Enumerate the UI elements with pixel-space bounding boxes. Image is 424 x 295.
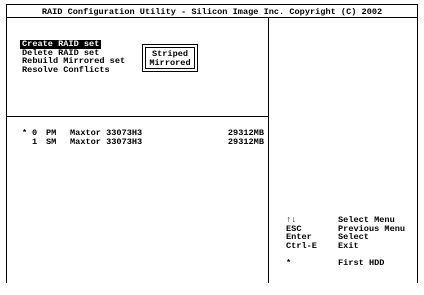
- main-menu: Create RAID set Delete RAID set Rebuild …: [20, 40, 125, 75]
- disk-row[interactable]: 1 SM Maxtor 33073H3 29312MB: [22, 138, 264, 147]
- disk-list: * 0 PM Maxtor 33073H3 29312MB 1 SM Maxto…: [22, 129, 264, 147]
- raid-type-option-mirrored[interactable]: Mirrored: [146, 59, 194, 68]
- menu-divider: [6, 116, 268, 117]
- key-help-panel: ↑↓ Select Menu ESC Previous Menu Enter S…: [286, 216, 416, 268]
- help-row-exit: Ctrl-E Exit: [286, 242, 416, 251]
- menu-item-resolve-conflicts[interactable]: Resolve Conflicts: [22, 65, 125, 75]
- raid-type-popup-inner: Striped Mirrored: [145, 47, 195, 69]
- first-hdd-marker: *: [22, 128, 28, 138]
- raid-type-popup: Striped Mirrored: [142, 44, 198, 72]
- disk-role: SM: [46, 137, 57, 147]
- disk-number: 1: [32, 137, 38, 147]
- title-divider: [6, 17, 418, 18]
- vertical-divider: [268, 17, 269, 283]
- help-desc: Exit: [338, 241, 359, 252]
- disk-model: Maxtor 33073H3: [70, 137, 143, 147]
- help-row-first-hdd: * First HDD: [286, 259, 416, 268]
- disk-size: 29312MB: [227, 137, 264, 147]
- help-desc: First HDD: [338, 258, 385, 269]
- help-key: Ctrl-E: [286, 241, 317, 252]
- help-key: *: [286, 258, 292, 269]
